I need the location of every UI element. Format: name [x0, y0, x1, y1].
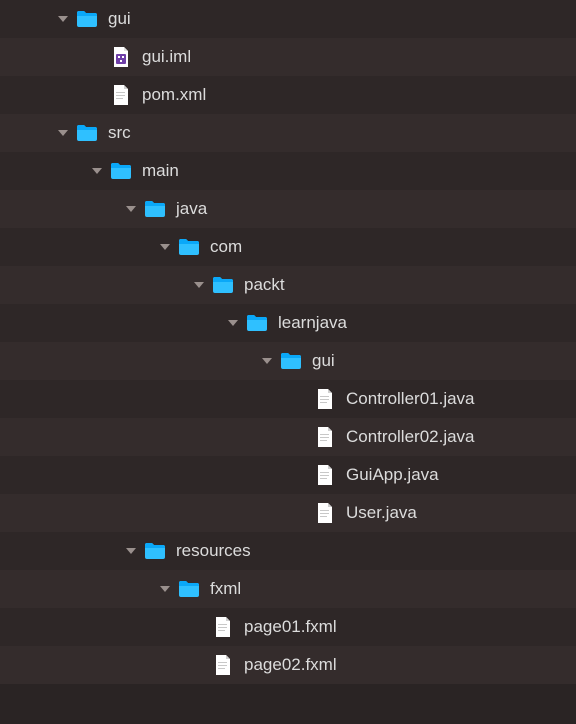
- chevron-down-icon[interactable]: [90, 164, 104, 178]
- folder-packt[interactable]: packt: [0, 266, 576, 304]
- folder-icon: [178, 236, 200, 258]
- folder-icon: [178, 578, 200, 600]
- chevron-placeholder: [294, 430, 308, 444]
- chevron-placeholder: [90, 88, 104, 102]
- folder-icon: [212, 274, 234, 296]
- folder-learnjava[interactable]: learnjava: [0, 304, 576, 342]
- file-page02-fxml[interactable]: page02.fxml: [0, 646, 576, 684]
- tree-item-label: packt: [244, 275, 285, 295]
- file-gui-iml[interactable]: gui.iml: [0, 38, 576, 76]
- file-icon: [212, 616, 234, 638]
- tree-item-label: com: [210, 237, 242, 257]
- file-pom-xml[interactable]: pom.xml: [0, 76, 576, 114]
- tree-item-label: learnjava: [278, 313, 347, 333]
- tree-item-label: gui.iml: [142, 47, 191, 67]
- file-icon: [212, 654, 234, 676]
- tree-item-label: Controller02.java: [346, 427, 475, 447]
- file-icon: [314, 502, 336, 524]
- folder-icon: [76, 8, 98, 30]
- chevron-placeholder: [294, 392, 308, 406]
- file-tree: gui gui.iml pom.xml srcmain javacompackt lear…: [0, 0, 576, 684]
- chevron-down-icon[interactable]: [124, 544, 138, 558]
- tree-item-label: page02.fxml: [244, 655, 337, 675]
- chevron-down-icon[interactable]: [124, 202, 138, 216]
- file-controller01-java[interactable]: Controller01.java: [0, 380, 576, 418]
- chevron-down-icon[interactable]: [56, 126, 70, 140]
- tree-item-label: fxml: [210, 579, 241, 599]
- iml-file-icon: [110, 46, 132, 68]
- chevron-down-icon[interactable]: [226, 316, 240, 330]
- folder-icon: [280, 350, 302, 372]
- tree-item-label: GuiApp.java: [346, 465, 439, 485]
- tree-item-label: src: [108, 123, 131, 143]
- file-icon: [110, 84, 132, 106]
- chevron-placeholder: [192, 620, 206, 634]
- file-controller02-java[interactable]: Controller02.java: [0, 418, 576, 456]
- folder-icon: [144, 540, 166, 562]
- tree-item-label: java: [176, 199, 207, 219]
- folder-gui-pkg[interactable]: gui: [0, 342, 576, 380]
- chevron-down-icon[interactable]: [260, 354, 274, 368]
- folder-icon: [110, 160, 132, 182]
- folder-icon: [246, 312, 268, 334]
- folder-gui[interactable]: gui: [0, 0, 576, 38]
- chevron-down-icon[interactable]: [56, 12, 70, 26]
- tree-item-label: User.java: [346, 503, 417, 523]
- tree-item-label: gui: [108, 9, 131, 29]
- tree-item-label: resources: [176, 541, 251, 561]
- chevron-placeholder: [192, 658, 206, 672]
- folder-icon: [144, 198, 166, 220]
- folder-icon: [76, 122, 98, 144]
- tree-item-label: pom.xml: [142, 85, 206, 105]
- file-icon: [314, 426, 336, 448]
- file-icon: [314, 464, 336, 486]
- chevron-placeholder: [90, 50, 104, 64]
- chevron-placeholder: [294, 506, 308, 520]
- chevron-down-icon[interactable]: [158, 582, 172, 596]
- file-user-java[interactable]: User.java: [0, 494, 576, 532]
- folder-com[interactable]: com: [0, 228, 576, 266]
- folder-src[interactable]: src: [0, 114, 576, 152]
- tree-item-label: Controller01.java: [346, 389, 475, 409]
- folder-main[interactable]: main: [0, 152, 576, 190]
- chevron-placeholder: [294, 468, 308, 482]
- file-page01-fxml[interactable]: page01.fxml: [0, 608, 576, 646]
- tree-item-label: main: [142, 161, 179, 181]
- tree-item-label: gui: [312, 351, 335, 371]
- tree-item-label: page01.fxml: [244, 617, 337, 637]
- file-guiapp-java[interactable]: GuiApp.java: [0, 456, 576, 494]
- folder-resources[interactable]: resources: [0, 532, 576, 570]
- folder-java[interactable]: java: [0, 190, 576, 228]
- chevron-down-icon[interactable]: [158, 240, 172, 254]
- folder-fxml[interactable]: fxml: [0, 570, 576, 608]
- file-icon: [314, 388, 336, 410]
- chevron-down-icon[interactable]: [192, 278, 206, 292]
